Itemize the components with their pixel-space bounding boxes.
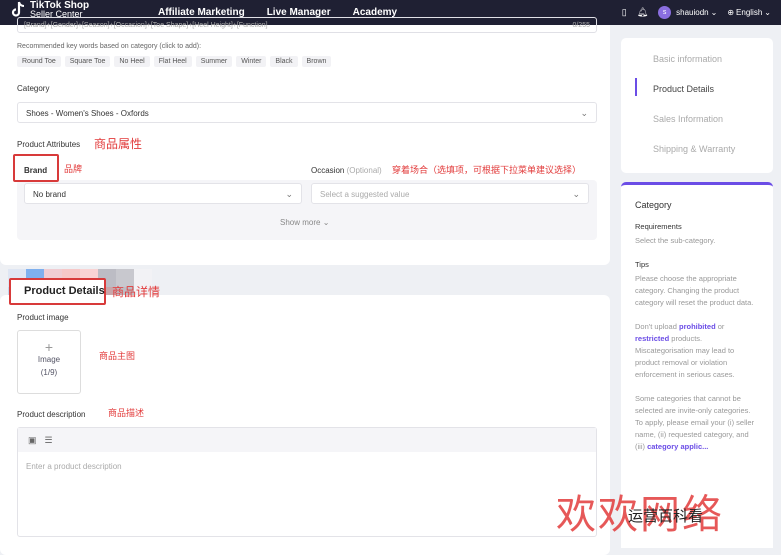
optional-tag: (Optional) [346, 166, 382, 175]
keyword-chip[interactable]: Summer [195, 56, 233, 67]
chevron-down-icon: ⌄ [572, 189, 580, 199]
image-count: (1/9) [40, 368, 58, 377]
bell-icon[interactable]: 🔔︎ [637, 7, 648, 18]
globe-icon: ⊕ [727, 8, 735, 17]
product-details-title: Product Details [24, 285, 105, 297]
category-application-link[interactable]: category applic... [647, 442, 708, 451]
restricted-link[interactable]: restricted [635, 334, 669, 343]
brand-annotation: 品牌 [64, 165, 83, 175]
occasion-label-text: Occasion [311, 166, 345, 175]
product-image-label: Product image [17, 313, 69, 322]
image-icon[interactable]: ▣ [28, 435, 37, 446]
requirements-text: Select the sub-category. [635, 236, 716, 245]
image-annotation: 商品主图 [99, 352, 136, 362]
chevron-down-icon: ⌄ [285, 189, 293, 199]
category-select[interactable]: Shoes - Women's Shoes - Oxfords ⌄ [17, 102, 597, 123]
steps-sidebar: Basic information Product Details Sales … [621, 38, 773, 173]
occasion-label: Occasion (Optional) [311, 166, 382, 175]
description-placeholder: Enter a product description [26, 462, 122, 471]
info-title: Category [635, 200, 672, 210]
editor-toolbar: ▣ ☰ [18, 428, 596, 452]
chevron-down-icon: ⌄ [710, 8, 718, 17]
phone-icon[interactable]: ▯ [622, 7, 627, 18]
tip-2-text-c: or [717, 322, 725, 331]
product-form: [Brand]+[Gender]+[Season]+[Occasion]+[To… [0, 17, 610, 555]
chevron-down-icon: ⌄ [322, 218, 330, 227]
tip-2-text-a: Don't upload [635, 322, 677, 331]
step-shipping-warranty[interactable]: Shipping & Warranty [653, 144, 735, 154]
product-description-label: Product description [17, 410, 86, 419]
active-step-indicator [635, 78, 637, 96]
keyword-chip[interactable]: Brown [301, 56, 332, 67]
show-more-label: Show more [280, 218, 321, 227]
avatar: s [658, 6, 672, 19]
prohibited-link[interactable]: prohibited [679, 322, 716, 331]
brand-select[interactable]: No brand ⌄ [24, 183, 302, 204]
keyword-chips: Round Toe Square Toe No Heel Flat Heel S… [17, 56, 332, 67]
brand-label: Brand [24, 166, 48, 175]
tips-title: Tips [635, 260, 649, 269]
step-product-details[interactable]: Product Details [653, 84, 714, 94]
occasion-select[interactable]: Select a suggested value ⌄ [311, 183, 589, 204]
chevron-down-icon: ⌄ [764, 8, 771, 17]
plus-icon: + [44, 339, 54, 355]
keyword-chip[interactable]: Black [270, 56, 298, 67]
chevron-down-icon: ⌄ [580, 108, 588, 118]
watermark-subtext: 运营百科看 [628, 507, 704, 525]
language-selector[interactable]: ⊕ English ⌄ [727, 8, 771, 17]
keyword-chip[interactable]: Winter [236, 56, 267, 67]
product-name-input[interactable]: [Brand]+[Gender]+[Season]+[Occasion]+[To… [17, 17, 597, 33]
tip-1: Please choose the appropriate category. … [635, 274, 754, 307]
step-sales-information[interactable]: Sales Information [653, 114, 723, 124]
keyword-chip[interactable]: No Heel [114, 56, 150, 67]
username: shauiodn [676, 8, 709, 17]
description-editor[interactable]: ▣ ☰ Enter a product description [17, 427, 597, 537]
category-value: Shoes - Women's Shoes - Oxfords [26, 109, 149, 118]
keyword-chip[interactable]: Flat Heel [153, 56, 192, 67]
char-count: 0/255 [572, 22, 590, 29]
attributes-annotation: 商品属性 [94, 137, 143, 151]
step-basic-information[interactable]: Basic information [653, 54, 722, 64]
product-attributes-label: Product Attributes [17, 140, 81, 149]
image-upload-label: Image [37, 355, 61, 364]
occasion-placeholder: Select a suggested value [320, 190, 410, 199]
keyword-chip[interactable]: Square Toe [64, 56, 111, 67]
category-label: Category [17, 84, 50, 93]
description-annotation: 商品描述 [108, 409, 145, 419]
list-icon[interactable]: ☰ [45, 435, 53, 446]
recommended-keywords-label: Recommended key words based on category … [17, 43, 202, 50]
requirements-title: Requirements [635, 222, 682, 231]
product-name-placeholder: [Brand]+[Gender]+[Season]+[Occasion]+[To… [24, 22, 268, 29]
tip-3: Some categories that cannot be selected … [635, 393, 759, 453]
details-annotation: 商品详情 [112, 285, 161, 299]
occasion-annotation: 穿着场合（选填项，可根据下拉菜单建议选择） [392, 166, 582, 176]
brand-value: No brand [33, 190, 66, 199]
show-more-link[interactable]: Show more ⌄ [280, 218, 329, 227]
user-menu[interactable]: s shauiodn ⌄ [658, 6, 717, 19]
basic-info-card: [Brand]+[Gender]+[Season]+[Occasion]+[To… [0, 17, 610, 265]
keyword-chip[interactable]: Round Toe [17, 56, 61, 67]
tip-2: Don't upload prohibited or restricted pr… [635, 321, 759, 381]
image-upload-box[interactable]: + Image (1/9) [17, 330, 81, 394]
language-label: English [736, 8, 763, 17]
